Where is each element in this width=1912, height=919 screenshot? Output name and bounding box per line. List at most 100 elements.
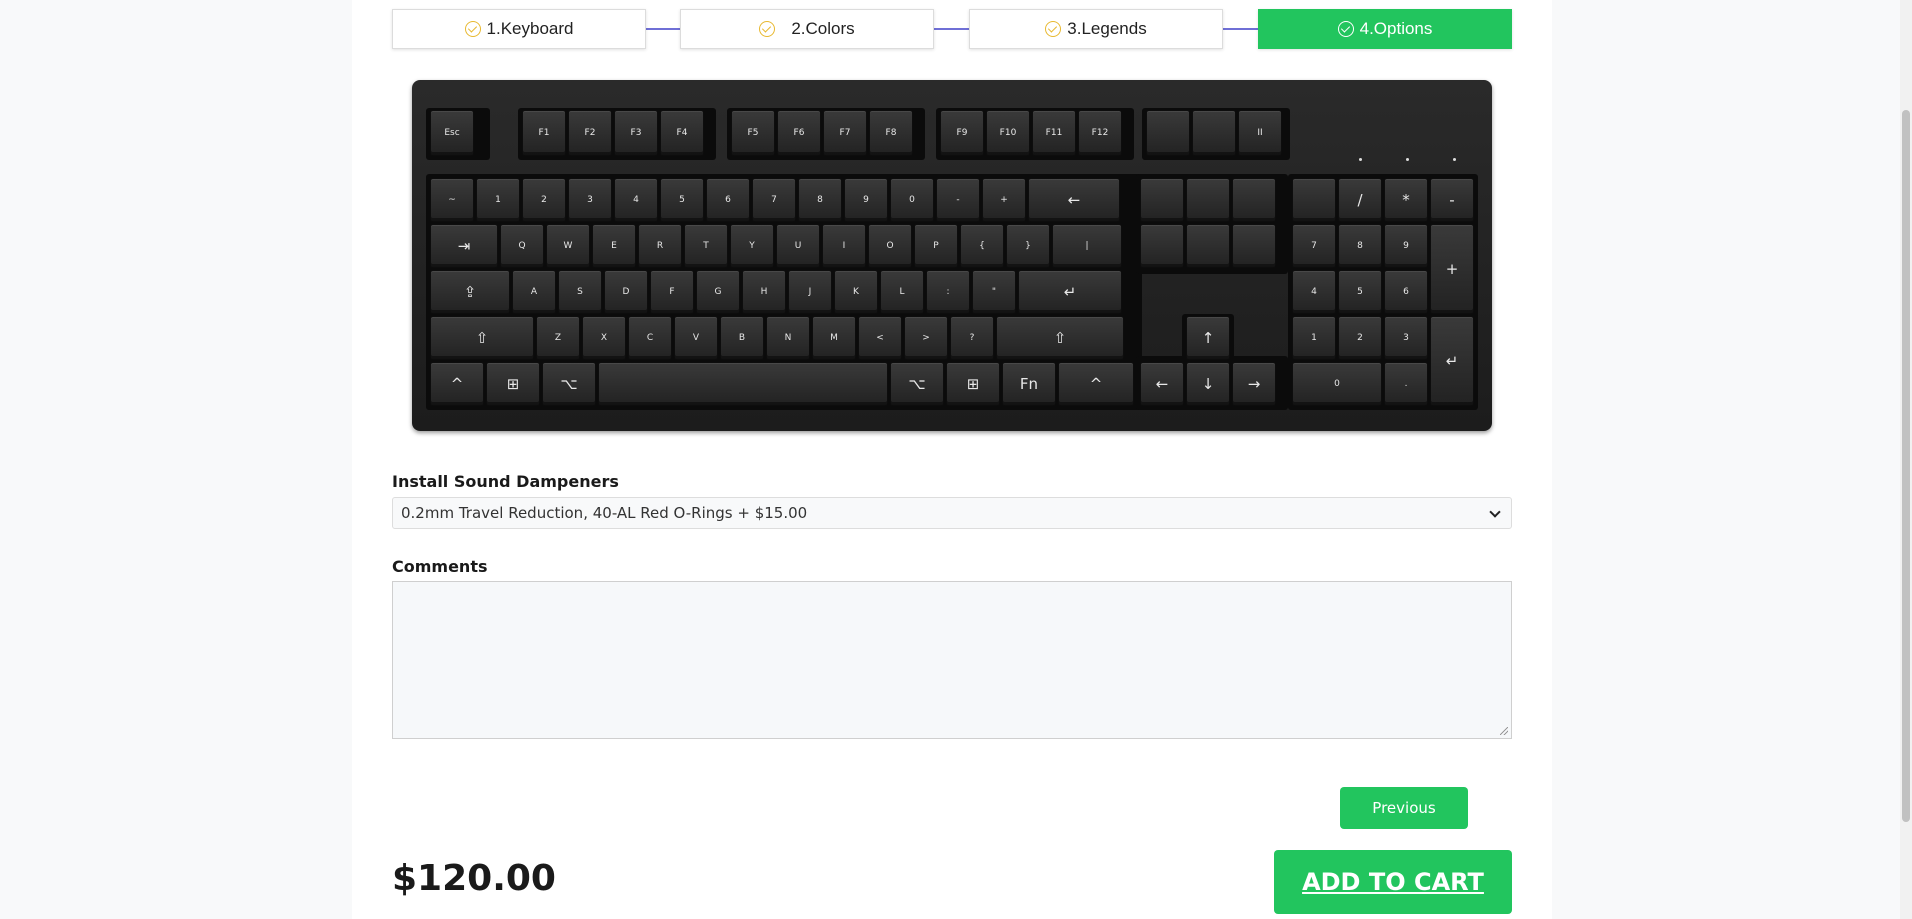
keycap: Z — [536, 316, 580, 360]
keycap — [1186, 178, 1230, 222]
keycap: * — [1384, 178, 1428, 222]
step-keyboard[interactable]: 1.Keyboard — [392, 9, 646, 49]
keycap: ⇥ — [430, 224, 498, 268]
step-connector — [646, 28, 682, 30]
keycap: ⊞ — [946, 362, 1000, 406]
keycap: G — [696, 270, 740, 314]
scrollbar-thumb[interactable] — [1902, 110, 1910, 822]
keycap: S — [558, 270, 602, 314]
keycap: 2 — [1338, 316, 1382, 360]
resize-handle[interactable] — [1500, 727, 1510, 737]
keycap: ⊞ — [486, 362, 540, 406]
keycap: Esc — [430, 110, 474, 156]
keycap: ⌥ — [542, 362, 596, 406]
keycap: 9 — [844, 178, 888, 222]
keycap: J — [788, 270, 832, 314]
keycap: ⇧ — [996, 316, 1124, 360]
keycap: F9 — [940, 110, 984, 156]
keyboard-layout: Esc F1 F2 F3 F4 F5 F6 F7 F8 F9 F10 F11 F12 II ~1 2 3 4 5 6 7… — [412, 80, 1492, 431]
keycap: V — [674, 316, 718, 360]
keycap: ⌥ — [890, 362, 944, 406]
keycap: F3 — [614, 110, 658, 156]
keycap: O — [868, 224, 912, 268]
keycap: Q — [500, 224, 544, 268]
comments-label: Comments — [392, 557, 488, 576]
keycap: : — [926, 270, 970, 314]
keycap — [1192, 110, 1236, 156]
keycap: 4 — [614, 178, 658, 222]
keycap: F8 — [869, 110, 913, 156]
keycap: I — [822, 224, 866, 268]
check-circle-icon — [759, 21, 776, 37]
keycap: ↓ — [1186, 362, 1230, 406]
add-to-cart-button[interactable]: ADD TO CART — [1274, 850, 1512, 914]
indicator-light — [1453, 158, 1456, 161]
keycap: ? — [950, 316, 994, 360]
comments-textarea[interactable] — [392, 581, 1512, 739]
step-label: 2.Colors — [791, 19, 855, 38]
select-value: 0.2mm Travel Reduction, 40-AL Red O-Ring… — [401, 504, 808, 522]
keycap: E — [592, 224, 636, 268]
keycap: T — [684, 224, 728, 268]
check-circle-icon — [464, 21, 481, 37]
keycap: P — [914, 224, 958, 268]
step-connector — [934, 28, 970, 30]
step-label: 4.Options — [1359, 19, 1433, 38]
keycap: - — [1430, 178, 1474, 222]
keycap — [1292, 178, 1336, 222]
keycap: 7 — [752, 178, 796, 222]
keycap: F2 — [568, 110, 612, 156]
keycap — [1232, 178, 1276, 222]
keycap: 2 — [522, 178, 566, 222]
keycap: 0 — [1292, 362, 1382, 406]
keycap: 3 — [1384, 316, 1428, 360]
keycap: ^ — [430, 362, 484, 406]
keycap: W — [546, 224, 590, 268]
step-options[interactable]: 4.Options — [1258, 9, 1512, 49]
step-legends[interactable]: 3.Legends — [969, 9, 1223, 49]
keycap: 5 — [660, 178, 704, 222]
keycap: Fn — [1002, 362, 1056, 406]
keycap: " — [972, 270, 1016, 314]
sound-dampeners-label: Install Sound Dampeners — [392, 472, 619, 491]
keycap: F11 — [1032, 110, 1076, 156]
keycap: | — [1052, 224, 1122, 268]
total-price: $120.00 — [392, 858, 556, 899]
sound-dampeners-select[interactable]: 0.2mm Travel Reduction, 40-AL Red O-Ring… — [392, 497, 1512, 529]
keycap: B — [720, 316, 764, 360]
keycap: 8 — [798, 178, 842, 222]
keycap: R — [638, 224, 682, 268]
keycap: M — [812, 316, 856, 360]
keycap: ^ — [1058, 362, 1134, 406]
keycap: F6 — [777, 110, 821, 156]
check-circle-icon — [1045, 21, 1062, 37]
keycap: + — [982, 178, 1026, 222]
keycap — [1232, 224, 1276, 268]
keycap: K — [834, 270, 878, 314]
keycap: F1 — [522, 110, 566, 156]
keycap: 3 — [568, 178, 612, 222]
keycap: → — [1232, 362, 1276, 406]
keycap: 7 — [1292, 224, 1336, 268]
keycap: } — [1006, 224, 1050, 268]
step-label: 3.Legends — [1067, 19, 1147, 38]
page-scrollbar[interactable] — [1900, 0, 1912, 919]
previous-button[interactable]: Previous — [1340, 787, 1468, 829]
keycap: 4 — [1292, 270, 1336, 314]
keycap: < — [858, 316, 902, 360]
chevron-down-icon — [1489, 506, 1501, 518]
keycap: X — [582, 316, 626, 360]
keycap: ~ — [430, 178, 474, 222]
keycap: 6 — [1384, 270, 1428, 314]
keycap: 6 — [706, 178, 750, 222]
keycap: F5 — [731, 110, 775, 156]
keycap: / — [1338, 178, 1382, 222]
step-colors[interactable]: 2.Colors — [680, 9, 934, 49]
keycap: F — [650, 270, 694, 314]
keycap — [1140, 178, 1184, 222]
keycap: Y — [730, 224, 774, 268]
keycap: N — [766, 316, 810, 360]
keycap — [1146, 110, 1190, 156]
resize-grip-icon — [1500, 727, 1508, 735]
keycap: ← — [1028, 178, 1120, 222]
